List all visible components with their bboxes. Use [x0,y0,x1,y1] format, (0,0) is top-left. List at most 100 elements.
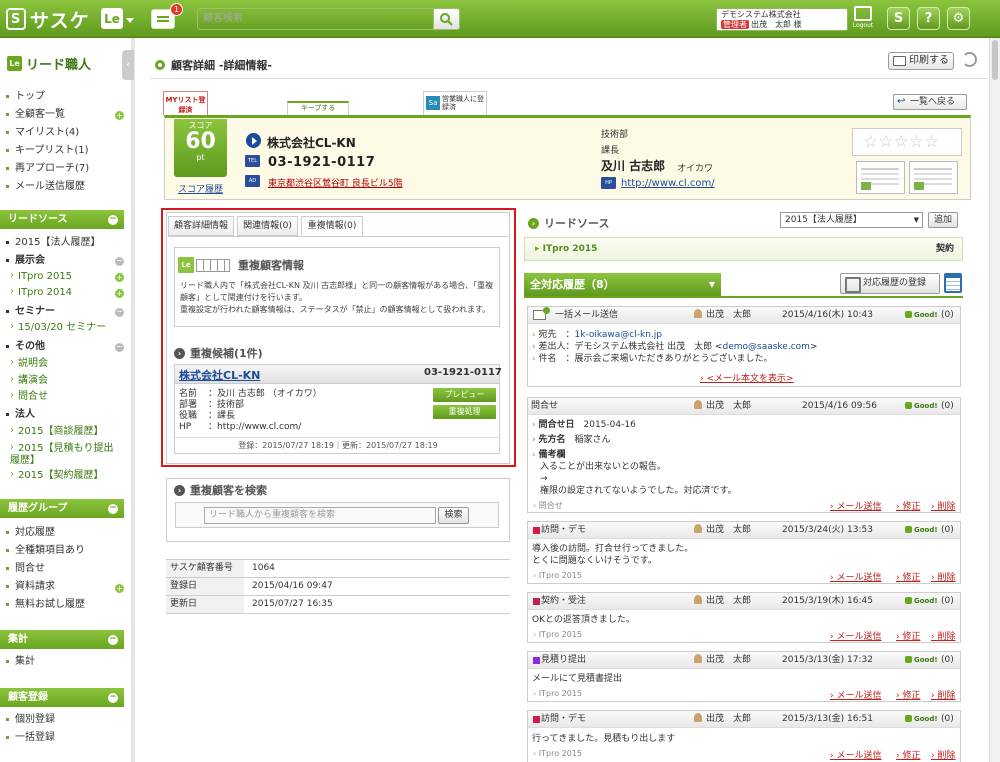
mail-from-link[interactable]: demo@saaske.com [722,342,809,352]
business-card-thumbnail[interactable] [856,161,905,194]
show-mail-body-link[interactable]: <メール本文を表示> [700,371,793,384]
sidebar-item-lead-source[interactable]: 2015【法人履歴】 [6,237,100,249]
company-address-link[interactable]: 東京都渋谷区鶯谷町 良長ビル5階 [268,176,403,189]
delete-link[interactable]: 削除 [931,688,955,701]
add-icon[interactable]: + [115,111,124,120]
main-scrollbar[interactable] [989,38,1000,762]
good-button[interactable]: Good! [905,652,938,669]
scrollbar-thumb[interactable] [992,40,998,80]
sales-registered-tag[interactable]: Sa 営業職人に登録済 [423,91,487,115]
sidebar-item-individual-registration[interactable]: 個別登録 [6,714,55,726]
mail-to-link[interactable]: 1k-oikawa@cl-kn.jp [575,330,663,340]
collapse-icon[interactable]: − [108,693,118,703]
lead-source-row[interactable]: ▸ ITpro 2015 契約 [524,237,963,261]
sidebar-item-response-history[interactable]: 対応履歴 [6,527,55,539]
print-button[interactable]: 印刷する [888,52,954,70]
sidebar-scrollbar[interactable] [131,38,135,762]
keep-button[interactable]: キープする [287,101,349,115]
search-button[interactable] [433,8,460,30]
settings-button[interactable]: ⚙ [947,7,970,30]
add-icon[interactable]: + [115,289,124,298]
sidebar-item-mylist[interactable]: マイリスト(4) [6,127,79,139]
customer-search-input[interactable]: 顧客検索 [197,8,434,30]
play-icon[interactable] [246,133,261,148]
score-history-link[interactable]: スコア履歴 [178,182,223,195]
edit-link[interactable]: 修正 [896,748,920,761]
send-mail-link[interactable]: メール送信 [830,570,881,583]
delete-link[interactable]: 削除 [931,629,955,642]
lead-source-add-button[interactable]: 追加 [928,212,958,228]
sidebar-header-customer-registration[interactable]: 顧客登録 − [0,688,124,707]
collapse-icon[interactable]: − [115,308,124,317]
edit-link[interactable]: 修正 [896,570,920,583]
sidebar-item-estimate-history[interactable]: 2015【見積もり提出履歴】 [10,442,118,467]
good-button[interactable]: Good! [905,522,938,539]
duplicate-search-button[interactable]: 検索 [438,507,469,524]
mylist-registered-tag[interactable]: MYリスト登録済 [163,91,208,115]
sidebar-item-all-types[interactable]: 全種類項目あり [6,545,85,557]
company-url-link[interactable]: http://www.cl.com/ [621,178,715,189]
send-mail-link[interactable]: メール送信 [830,629,881,642]
sidebar-item-document-request[interactable]: 資料請求 [6,581,55,593]
calendar-icon[interactable] [944,273,962,293]
add-icon[interactable]: + [115,273,124,282]
collapse-icon[interactable]: − [108,635,118,645]
sync-button[interactable]: S [887,7,910,30]
logo[interactable]: S サスケ [6,6,90,32]
sidebar-item-reapproach[interactable]: 再アプローチ(7) [6,163,89,175]
help-button[interactable]: ? [917,7,940,30]
sidebar-item-mail-history[interactable]: メール送信履歴 [6,181,85,193]
send-mail-link[interactable]: メール送信 [830,688,881,701]
sidebar-header-history-group[interactable]: 履歴グループ − [0,499,124,518]
sidebar-header-lead-source[interactable]: リードソース − [0,210,124,229]
sidebar-item-lecture[interactable]: 講演会 [10,374,48,387]
logout-button[interactable]: Logout [851,6,875,33]
delete-link[interactable]: 削除 [931,499,955,512]
sidebar-item-contract-history[interactable]: 2015【契約履歴】 [10,469,103,482]
sidebar-item-deal-history[interactable]: 2015【商談履歴】 [10,425,103,438]
good-button[interactable]: Good! [905,711,938,728]
send-mail-link[interactable]: メール送信 [830,748,881,761]
sidebar-group-seminar[interactable]: セミナー [6,306,55,318]
sidebar-group-exhibition[interactable]: 展示会 [6,255,45,267]
send-mail-link[interactable]: メール送信 [830,499,881,512]
rating-stars[interactable]: ☆☆☆☆☆ [852,128,962,156]
add-icon[interactable]: + [115,584,124,593]
sidebar-item-free-trial[interactable]: 無料お試し履歴 [6,599,85,611]
sidebar-item-bulk-registration[interactable]: 一括登録 [6,732,55,744]
duplicate-search-input[interactable]: リード職人から重複顧客を検索 [204,507,436,524]
collapse-icon[interactable]: − [115,343,124,352]
sidebar-item-seminar-150320[interactable]: 15/03/20 セミナー [10,321,106,334]
sidebar-item-top[interactable]: トップ [6,91,45,103]
sidebar-item-inquiry-group[interactable]: 問合せ [6,563,45,575]
sidebar-item-totals[interactable]: 集計 [6,656,35,668]
collapse-icon[interactable]: − [108,504,118,514]
edit-link[interactable]: 修正 [896,688,920,701]
sidebar-item-inquiry[interactable]: 問合せ [10,390,48,403]
delete-link[interactable]: 削除 [931,748,955,761]
sidebar-item-briefing[interactable]: 説明会 [10,357,48,370]
sidebar-item-all-customers[interactable]: 全顧客一覧 [6,109,65,121]
good-button[interactable]: Good! [905,307,938,324]
collapse-icon[interactable]: − [108,215,118,225]
sidebar-group-other[interactable]: その他 [6,341,45,353]
app-switcher-button[interactable]: Le [101,8,123,29]
sidebar-item-keeplist[interactable]: キープリスト(1) [6,145,89,157]
sidebar-group-corporate[interactable]: 法人 [6,409,35,421]
good-button[interactable]: Good! [905,398,938,415]
sidebar-title[interactable]: Le リード職人 [7,54,91,73]
sidebar-item-itpro-2015[interactable]: ITpro 2015 [10,270,72,283]
delete-link[interactable]: 削除 [931,570,955,583]
sidebar-header-totals[interactable]: 集計 − [0,630,124,649]
good-button[interactable]: Good! [905,593,938,610]
business-card-thumbnail[interactable] [909,161,958,194]
back-to-list-button[interactable]: 一覧へ戻る [893,94,967,110]
refresh-icon[interactable] [962,52,977,67]
collapse-icon[interactable]: − [115,257,124,266]
history-tab[interactable]: 全対応履歴（8） ▼ [524,273,721,296]
edit-link[interactable]: 修正 [896,499,920,512]
edit-link[interactable]: 修正 [896,629,920,642]
history-register-button[interactable]: 対応履歴の登録 [840,273,940,294]
sidebar-collapse-button[interactable]: ‹ [122,50,134,80]
lead-source-select[interactable]: 2015【法人履歴】 [780,212,923,228]
